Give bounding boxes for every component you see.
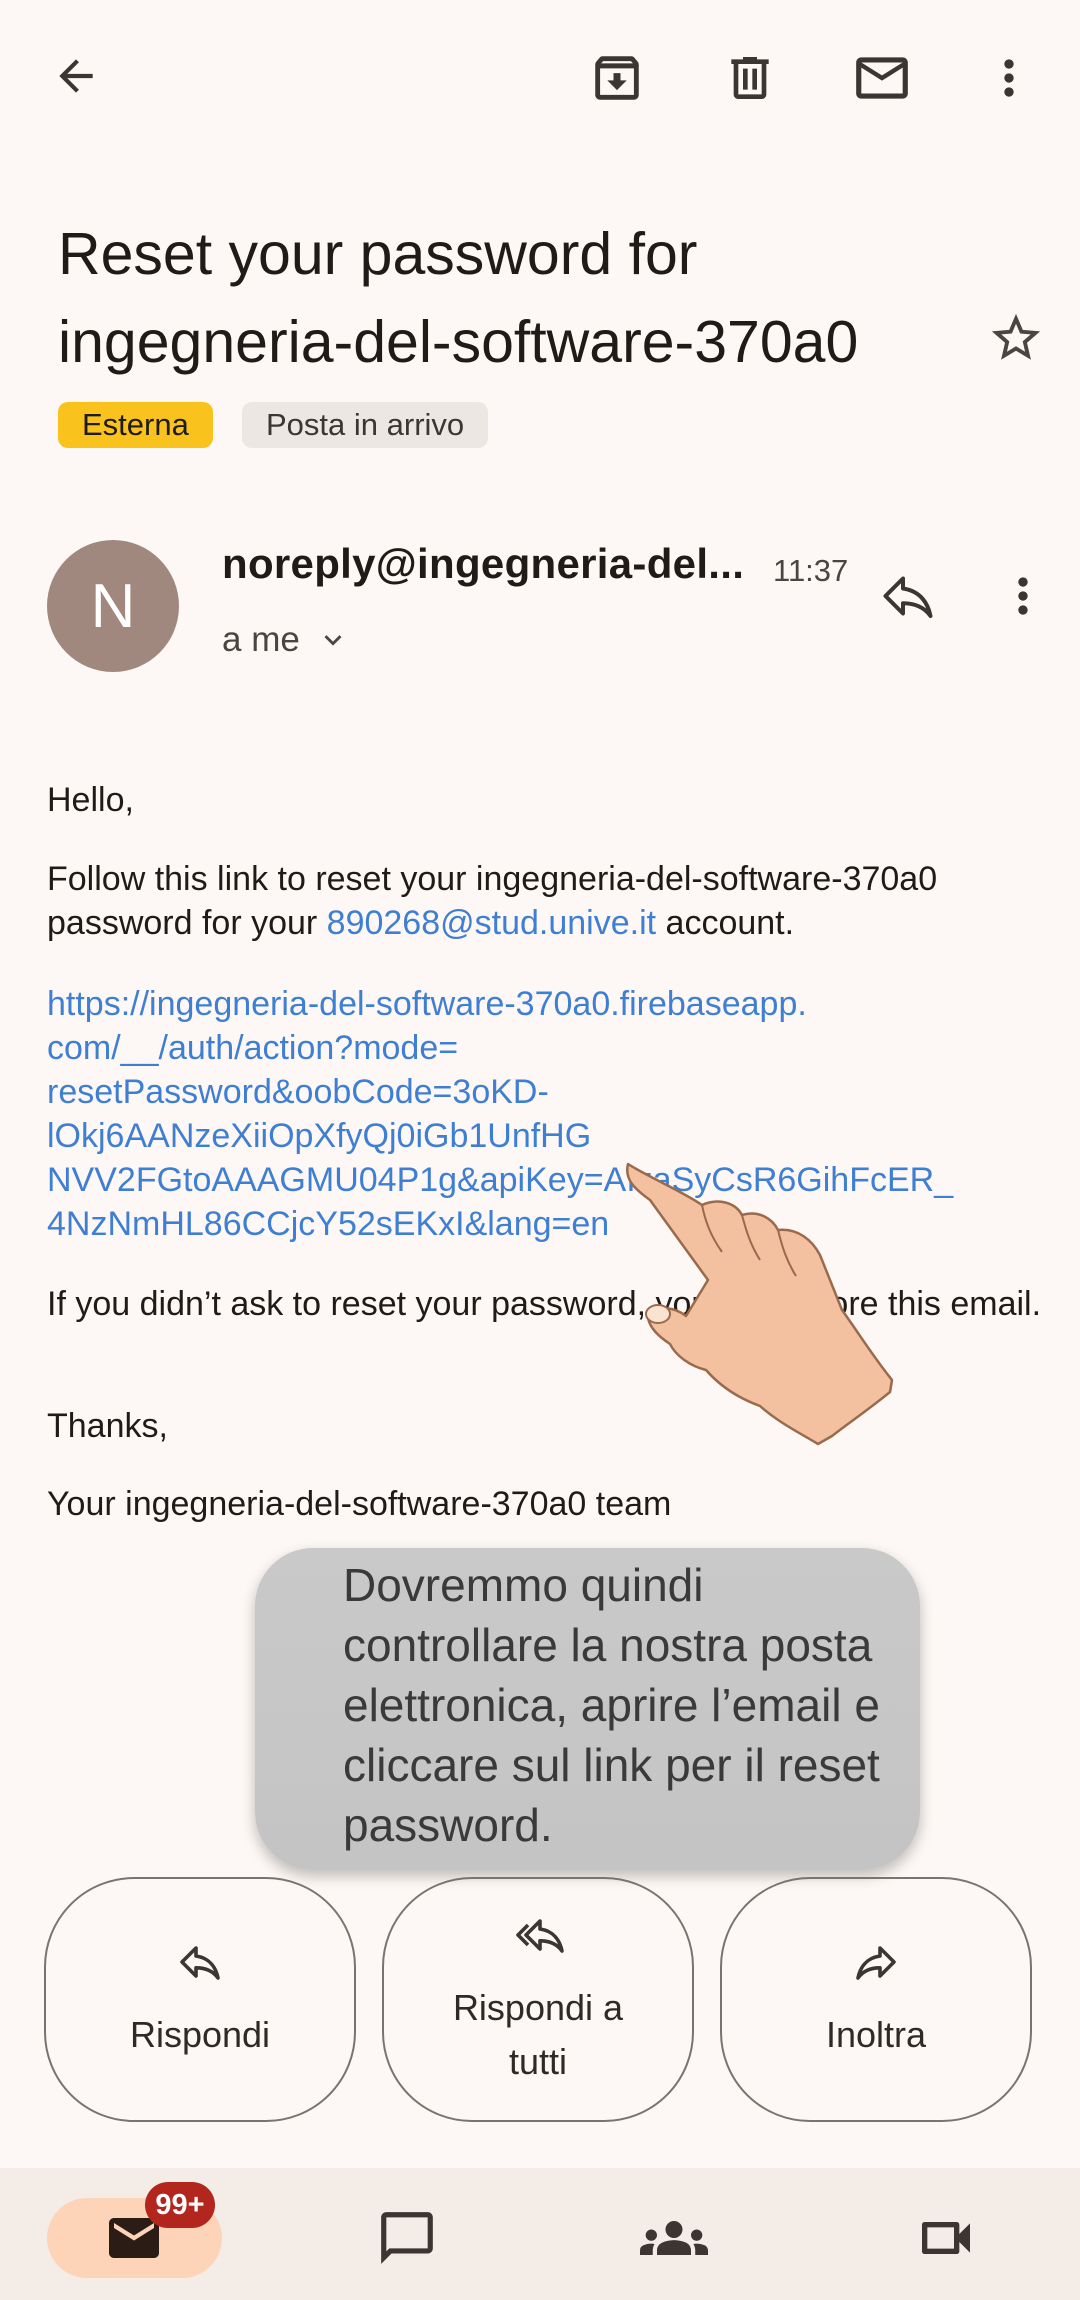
- archive-icon: [595, 56, 639, 100]
- body-paragraph-1: Follow this link to reset your ingegneri…: [47, 857, 1047, 945]
- meet-icon: [922, 2222, 970, 2254]
- mail-count-badge: 99+: [145, 2182, 215, 2228]
- more-vert-icon: [1018, 577, 1028, 615]
- reply-icon: [180, 1945, 220, 1980]
- greeting: Hello,: [47, 781, 134, 819]
- forward-label: Inoltra: [825, 2013, 927, 2055]
- email-time: 11:37: [773, 553, 849, 588]
- link-line: resetPassword&oobCode=3oKD-: [47, 1073, 549, 1111]
- email-subject: Reset your password for ingegneria-del-s…: [58, 221, 859, 375]
- trash-icon: [731, 57, 769, 99]
- more-options-button[interactable]: [973, 42, 1045, 114]
- nav-item-spaces[interactable]: [634, 2198, 714, 2278]
- tutorial-overlay-text: Dovremmo quindi controllare la nostra po…: [343, 1559, 880, 1851]
- reply-button[interactable]: Rispondi: [44, 1877, 356, 2122]
- sender-address: noreply@ingegneria-del...: [222, 540, 745, 587]
- recipient-label: a me: [222, 620, 300, 659]
- forward-button[interactable]: Inoltra: [720, 1877, 1032, 2122]
- sender-avatar[interactable]: N: [47, 540, 179, 672]
- chevron-down-icon: [324, 635, 342, 646]
- reply-all-button[interactable]: Rispondi a tutti: [382, 1877, 694, 2122]
- reply-label: Rispondi: [129, 2013, 271, 2055]
- reply-all-icon: [516, 1918, 564, 1953]
- mark-unread-button[interactable]: [846, 42, 918, 114]
- link-line: lOkj6AANzeXiiOpXfyQj0iGb1UnfHG: [47, 1117, 592, 1155]
- mail-icon: [856, 57, 908, 99]
- back-button[interactable]: [40, 40, 112, 112]
- arrow-back-icon: [59, 59, 93, 93]
- delete-button[interactable]: [714, 42, 786, 114]
- star-button[interactable]: [980, 302, 1052, 374]
- more-vert-icon: [1004, 59, 1014, 97]
- body-text-part: account.: [656, 904, 795, 942]
- reply-all-label: Rispondi a tutti: [452, 1986, 624, 2082]
- forward-icon: [856, 1945, 896, 1980]
- email-link[interactable]: 890268@stud.unive.it: [327, 904, 656, 942]
- chat-icon: [381, 2212, 433, 2264]
- star-outline-icon: [991, 313, 1041, 360]
- spaces-icon: [640, 2221, 708, 2255]
- label-external[interactable]: Esterna: [58, 402, 213, 448]
- signature-text: Your ingegneria-del-software-370a0 team: [47, 1485, 672, 1523]
- recipient-details[interactable]: a me: [222, 620, 350, 660]
- message-more-button[interactable]: [987, 560, 1059, 632]
- link-line: com/__/auth/action?mode=: [47, 1029, 459, 1067]
- label-inbox[interactable]: Posta in arrivo: [242, 402, 489, 448]
- archive-button[interactable]: [581, 42, 653, 114]
- nav-item-chat[interactable]: [367, 2198, 447, 2278]
- nav-item-meet[interactable]: [906, 2198, 986, 2278]
- link-line: https://ingegneria-del-software-370a0.fi…: [47, 985, 807, 1023]
- reply-quick-button[interactable]: [872, 560, 944, 632]
- hand-pointer-icon: [625, 1162, 894, 1446]
- reply-icon: [883, 576, 933, 618]
